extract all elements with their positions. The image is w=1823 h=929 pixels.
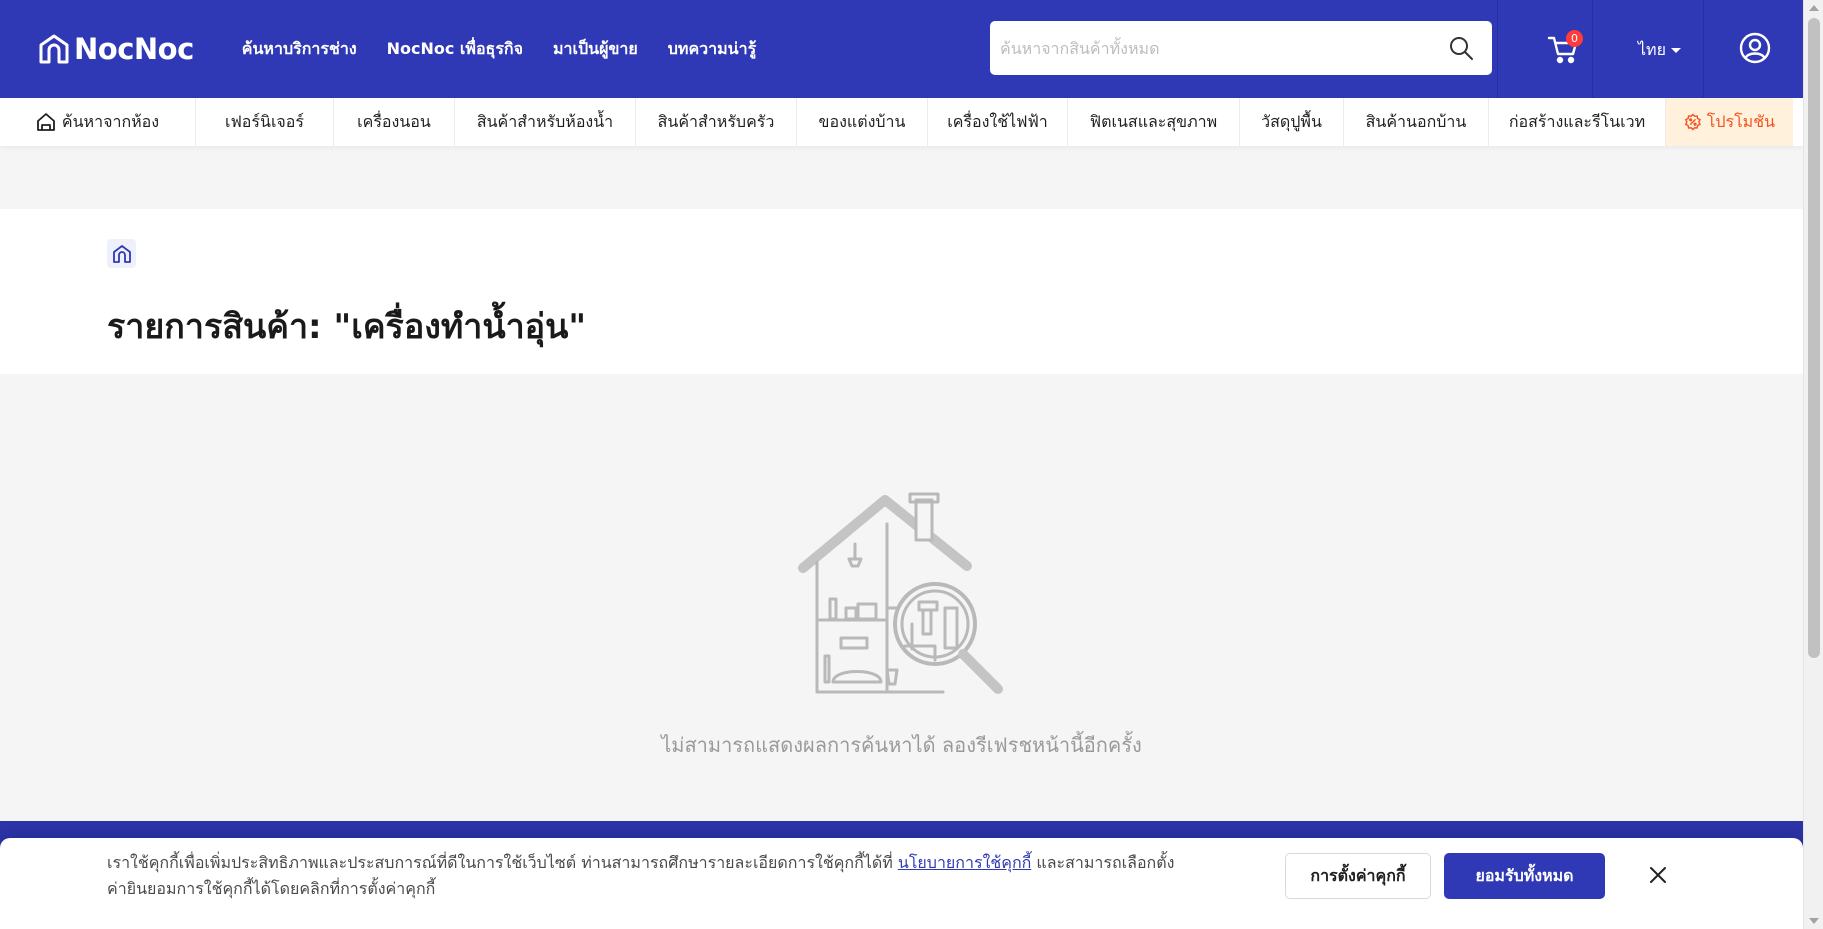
scroll-up-arrow-icon[interactable]	[1809, 5, 1819, 11]
category-outdoor[interactable]: สินค้านอกบ้าน	[1344, 98, 1489, 146]
cookie-settings-button[interactable]: การตั้งค่าคุกกี้	[1285, 853, 1431, 899]
category-by-room[interactable]: ค้นหาจากห้อง	[0, 98, 196, 146]
header-divider	[1703, 0, 1704, 98]
close-icon[interactable]	[1647, 864, 1669, 886]
category-furniture[interactable]: เฟอร์นิเจอร์	[196, 98, 334, 146]
category-bedding[interactable]: เครื่องนอน	[334, 98, 455, 146]
page-title: รายการสินค้า: "เครื่องทำน้ำอุ่น"	[107, 307, 587, 347]
top-nav: ค้นหาบริการช่าง NocNoc เพื่อธุรกิจ มาเป็…	[242, 37, 756, 62]
search-box	[990, 21, 1492, 75]
header-divider	[1592, 0, 1593, 98]
home-room-icon	[37, 113, 55, 131]
category-label: สินค้านอกบ้าน	[1365, 111, 1467, 131]
nav-find-service[interactable]: ค้นหาบริการช่าง	[242, 37, 357, 62]
cookie-text-before: เราใช้คุกกี้เพื่อเพิ่มประสิทธิภาพและประส…	[107, 853, 898, 872]
nav-become-seller[interactable]: มาเป็นผู้ขาย	[553, 37, 638, 62]
account-icon[interactable]	[1738, 31, 1772, 65]
caret-down-icon	[1670, 48, 1681, 53]
page-header: รายการสินค้า: "เครื่องทำน้ำอุ่น"	[0, 209, 1803, 374]
category-label: สินค้าสำหรับครัว	[657, 111, 775, 131]
category-label: ของแต่งบ้าน	[818, 111, 906, 131]
cookie-policy-link[interactable]: นโยบายการใช้คุกกี้	[898, 853, 1031, 872]
category-label: เครื่องใช้ไฟฟ้า	[947, 111, 1048, 131]
category-label: ก่อสร้างและรีโนเวท	[1508, 111, 1646, 131]
category-home-decor[interactable]: ของแต่งบ้าน	[797, 98, 928, 146]
empty-state: ไม่สามารถแสดงผลการค้นหาได้ ลองรีเฟรชหน้า…	[0, 374, 1803, 822]
category-label: สินค้าสำหรับห้องน้ำ	[476, 111, 614, 131]
category-fitness-health[interactable]: ฟิตเนสและสุขภาพ	[1068, 98, 1240, 146]
breadcrumb-home[interactable]	[107, 239, 136, 268]
search-input[interactable]	[990, 21, 1448, 75]
cart-count-badge: 0	[1566, 30, 1583, 47]
home-icon	[112, 244, 131, 263]
cookie-text: เราใช้คุกกี้เพื่อเพิ่มประสิทธิภาพและประส…	[107, 850, 1187, 902]
category-label: เฟอร์นิเจอร์	[225, 111, 304, 131]
category-label: ค้นหาจากห้อง	[61, 111, 160, 131]
empty-state-message: ไม่สามารถแสดงผลการค้นหาได้ ลองรีเฟรชหน้า…	[661, 733, 1142, 757]
accept-all-cookies-button[interactable]: ยอมรับทั้งหมด	[1444, 853, 1605, 899]
page-scrollbar[interactable]	[1803, 0, 1823, 929]
category-construction-renovate[interactable]: ก่อสร้างและรีโนเวท	[1489, 98, 1666, 146]
cart-button[interactable]: 0	[1547, 30, 1583, 66]
promotion-icon	[1684, 113, 1701, 131]
language-label: ไทย	[1638, 40, 1666, 59]
brand-name: NocNoc	[74, 32, 194, 66]
category-kitchen[interactable]: สินค้าสำหรับครัว	[636, 98, 797, 146]
top-header: NocNoc ค้นหาบริการช่าง NocNoc เพื่อธุรกิ…	[0, 0, 1803, 98]
category-label: โปรโมชัน	[1706, 111, 1775, 131]
scroll-down-arrow-icon[interactable]	[1809, 918, 1819, 924]
nav-articles[interactable]: บทความน่ารู้	[668, 37, 756, 62]
nocnoc-logo[interactable]: NocNoc	[38, 32, 194, 66]
category-bathroom[interactable]: สินค้าสำหรับห้องน้ำ	[455, 98, 636, 146]
nocnoc-logo-icon	[39, 34, 69, 64]
search-icon[interactable]	[1448, 35, 1474, 61]
scrollbar-thumb[interactable]	[1808, 18, 1820, 658]
cookie-banner: เราใช้คุกกี้เพื่อเพิ่มประสิทธิภาพและประส…	[0, 838, 1803, 929]
category-bar: ค้นหาจากห้อง เฟอร์นิเจอร์ เครื่องนอน สิน…	[0, 98, 1803, 146]
category-appliances[interactable]: เครื่องใช้ไฟฟ้า	[928, 98, 1068, 146]
category-promotion[interactable]: โปรโมชัน	[1666, 98, 1793, 146]
category-label: เครื่องนอน	[357, 111, 431, 131]
house-search-illustration	[798, 492, 1003, 694]
category-flooring[interactable]: วัสดุปูพื้น	[1240, 98, 1344, 146]
category-label: ฟิตเนสและสุขภาพ	[1089, 111, 1218, 131]
language-selector[interactable]: ไทย	[1638, 38, 1681, 63]
nav-nocnoc-business[interactable]: NocNoc เพื่อธุรกิจ	[387, 37, 523, 62]
header-divider	[1497, 0, 1498, 98]
category-label: วัสดุปูพื้น	[1261, 111, 1322, 131]
